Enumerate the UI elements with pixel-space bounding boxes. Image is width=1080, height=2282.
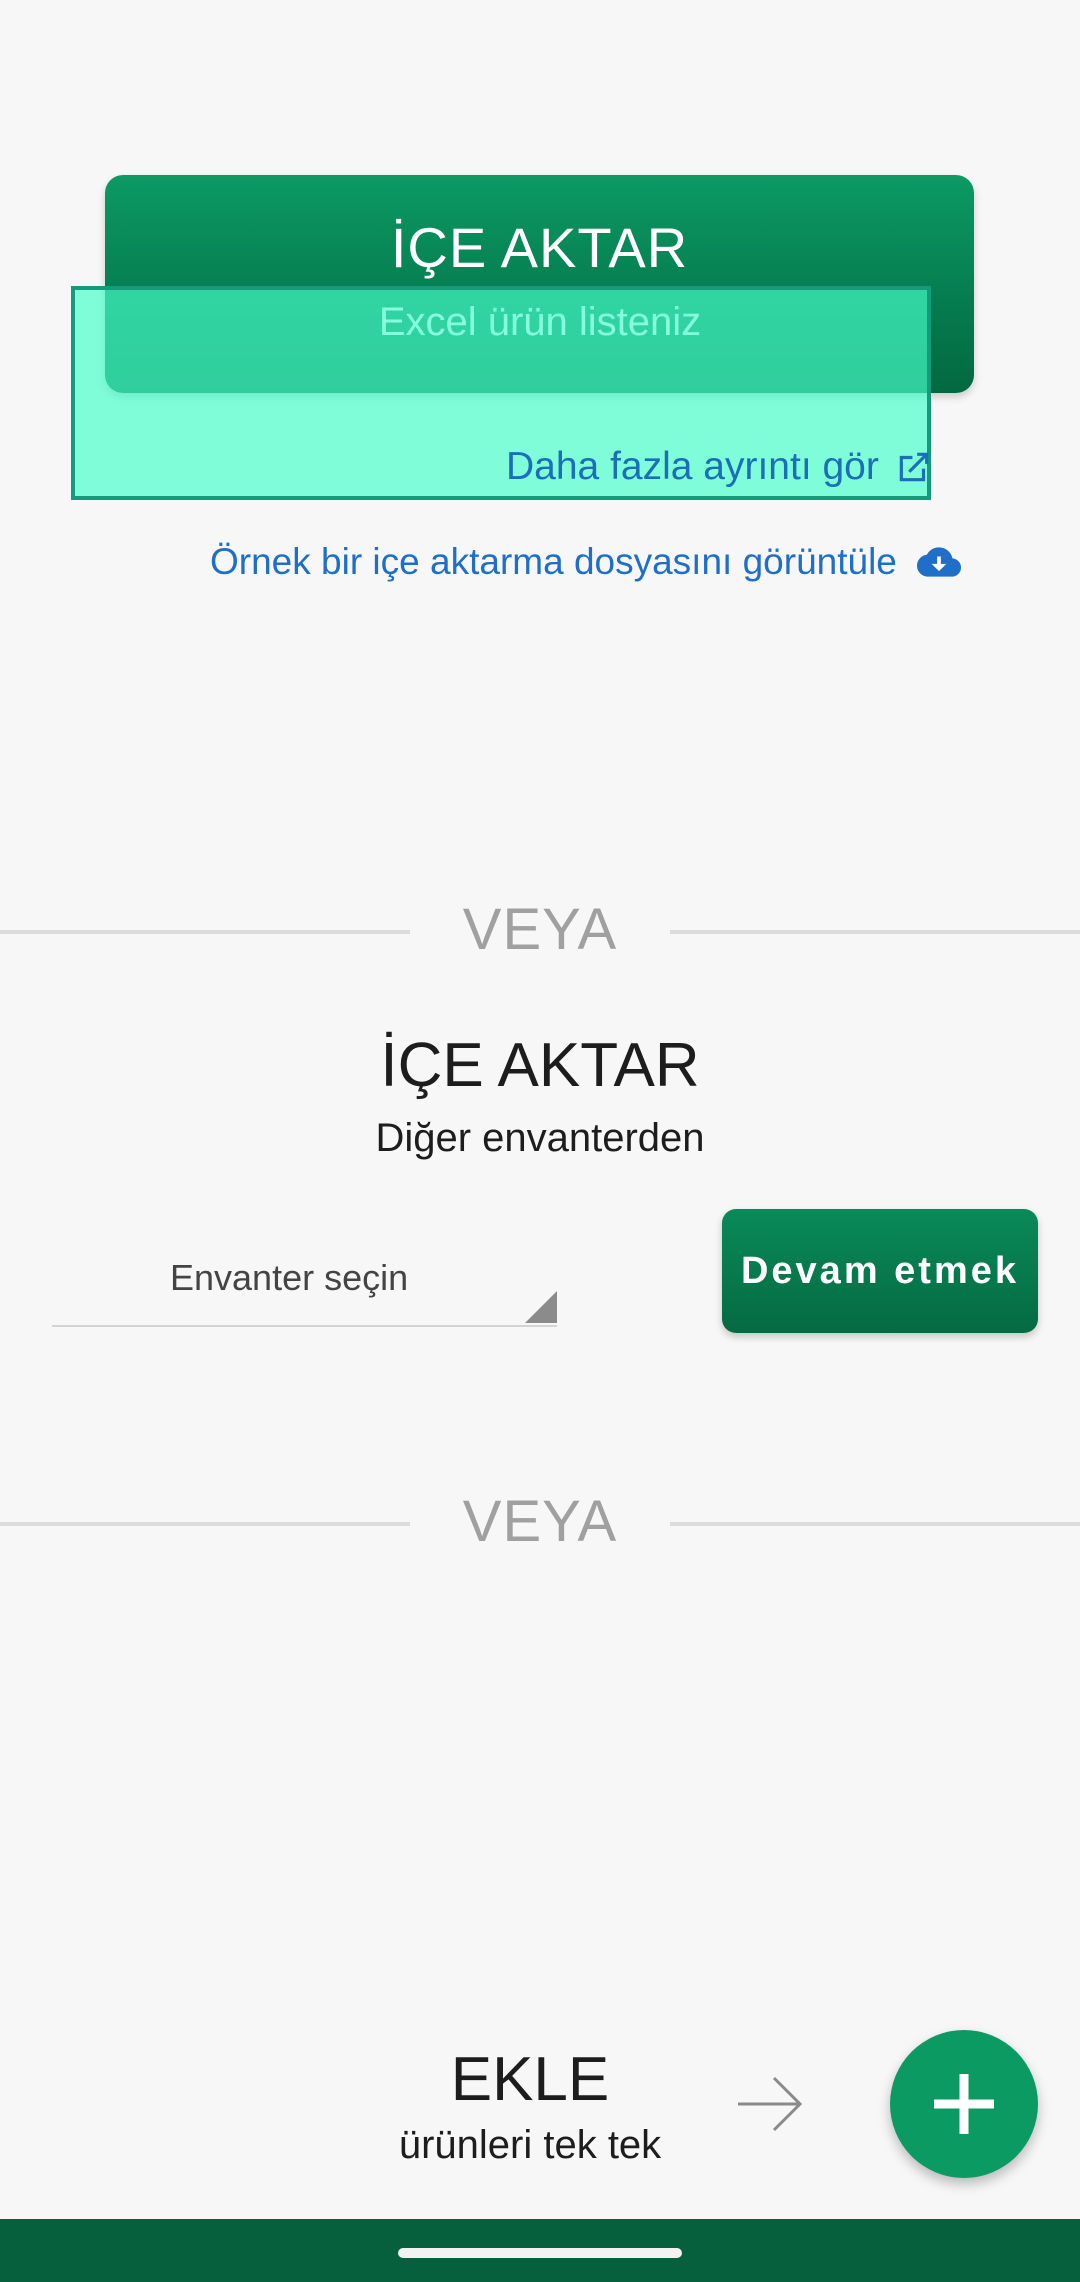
divider-line-right <box>670 930 1080 934</box>
add-product-fab[interactable] <box>890 2030 1038 2178</box>
system-nav-bar <box>0 2219 1080 2282</box>
import-inventory-title: İÇE AKTAR <box>380 1031 700 1100</box>
continue-button[interactable]: Devam etmek <box>722 1209 1038 1333</box>
or-divider-2: VEYA <box>0 1488 1080 1558</box>
add-title: EKLE <box>450 2045 610 2114</box>
import-inventory-subtitle: Diğer envanterden <box>375 1116 705 1160</box>
or-divider-1: VEYA <box>0 896 1080 966</box>
divider-line-right <box>670 1522 1080 1526</box>
dropdown-caret-icon <box>525 1291 557 1323</box>
external-link-icon <box>899 452 929 482</box>
import-excel-title: İÇE AKTAR <box>390 216 689 279</box>
plus-icon <box>934 2074 994 2134</box>
inventory-select[interactable]: Envanter seçin <box>52 1245 557 1327</box>
import-excel-subtitle: Excel ürün listeniz <box>378 300 702 344</box>
arrow-right-icon <box>738 2076 803 2132</box>
add-subtitle: ürünleri tek tek <box>398 2123 662 2167</box>
sample-file-link-label: Örnek bir içe aktarma dosyasını görüntül… <box>210 541 897 582</box>
details-link[interactable]: Daha fazla ayrıntı gör <box>506 445 933 489</box>
home-gesture-handle[interactable] <box>398 2248 682 2258</box>
details-link-label: Daha fazla ayrıntı gör <box>506 445 879 488</box>
cloud-download-icon <box>916 547 961 577</box>
inventory-select-placeholder: Envanter seçin <box>170 1257 409 1298</box>
sample-file-link[interactable]: Örnek bir içe aktarma dosyasını görüntül… <box>210 540 961 584</box>
